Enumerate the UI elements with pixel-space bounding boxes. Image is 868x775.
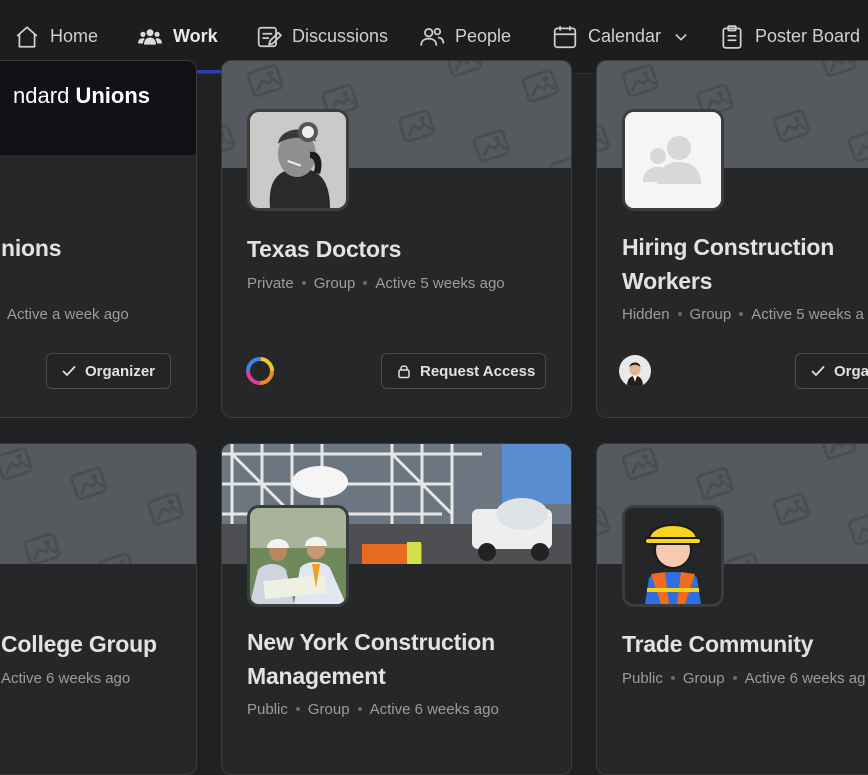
meta-type: Group bbox=[689, 306, 732, 323]
clipboard-icon bbox=[722, 24, 742, 49]
meta-privacy: Hidden bbox=[622, 306, 670, 323]
workers-photo-icon bbox=[250, 508, 346, 604]
home-icon bbox=[16, 25, 38, 48]
people-icon bbox=[420, 27, 445, 46]
card-title[interactable]: New York Construction Management bbox=[247, 625, 567, 693]
card-meta: Public Group Active 6 weeks ag bbox=[622, 670, 865, 687]
group-card-texas-doctors[interactable]: Texas Doctors Private Group Active 5 weeks… bbox=[221, 60, 572, 418]
group-card-ny-construction[interactable]: New York Construction Management Public G… bbox=[221, 443, 572, 775]
card-title[interactable]: Trade Community bbox=[622, 627, 813, 661]
card-banner: ndard Unions bbox=[0, 61, 196, 155]
construction-worker-icon bbox=[625, 508, 721, 604]
card-meta: Active 6 weeks ago bbox=[1, 670, 130, 687]
people-group-icon bbox=[138, 28, 162, 45]
card-title-line2: Workers bbox=[622, 268, 713, 294]
meta-separator bbox=[732, 675, 737, 680]
meta-separator bbox=[739, 311, 744, 316]
meta-type: Group bbox=[682, 670, 725, 687]
card-title[interactable]: nions bbox=[1, 231, 62, 265]
organizer-button[interactable]: Organizer bbox=[46, 353, 171, 389]
check-icon bbox=[62, 366, 76, 376]
nav-calendar-label: Calendar bbox=[588, 26, 662, 46]
lock-icon bbox=[398, 365, 410, 379]
meta-activity: Active a week ago bbox=[7, 306, 129, 323]
meta-activity: Active 5 weeks ago bbox=[375, 275, 505, 292]
group-card-college[interactable]: College Group Active 6 weeks ago bbox=[0, 443, 197, 775]
meta-activity: Active 6 weeks ago bbox=[369, 701, 499, 718]
nav-home-label: Home bbox=[50, 26, 99, 46]
group-avatar-doctor bbox=[247, 109, 349, 211]
card-meta: Private Group Active 5 weeks ago bbox=[247, 275, 505, 292]
person-avatar-icon bbox=[619, 355, 651, 387]
card-title[interactable]: Hiring Construction Workers bbox=[622, 230, 868, 298]
meta-activity: Active 6 weeks ag bbox=[744, 670, 866, 687]
group-placeholder-icon bbox=[625, 112, 721, 208]
meta-separator bbox=[295, 706, 300, 711]
nav-work-label: Work bbox=[173, 26, 218, 46]
card-meta: Public Group Active 6 weeks ago bbox=[247, 701, 499, 718]
meta-activity: Active 6 weeks ago bbox=[1, 670, 131, 687]
group-avatar-worker bbox=[622, 505, 724, 607]
group-avatar-placeholder bbox=[622, 109, 724, 211]
member-avatar-ring[interactable] bbox=[244, 355, 276, 387]
card-banner bbox=[0, 444, 196, 564]
request-access-button-label: Request Access bbox=[420, 362, 536, 380]
discussions-icon bbox=[257, 26, 282, 47]
card-title-line2: Management bbox=[247, 663, 386, 689]
meta-separator bbox=[363, 280, 368, 285]
member-avatar[interactable] bbox=[619, 355, 651, 387]
organizer-button-label: Orga bbox=[834, 362, 868, 380]
meta-privacy: Public bbox=[622, 670, 663, 687]
doctor-photo-icon bbox=[250, 112, 346, 208]
meta-separator bbox=[301, 280, 306, 285]
card-title[interactable]: Texas Doctors bbox=[247, 232, 401, 266]
group-card-unions[interactable]: ndard Unions nions Active a week ago Org… bbox=[0, 60, 197, 418]
card-title-line1: Hiring Construction bbox=[622, 234, 835, 260]
meta-privacy: Public bbox=[247, 701, 288, 718]
meta-separator bbox=[357, 706, 362, 711]
check-icon bbox=[811, 366, 825, 376]
image-placeholder-pattern bbox=[0, 444, 196, 564]
nav-discussions-label: Discussions bbox=[292, 26, 389, 46]
meta-type: Group bbox=[307, 701, 350, 718]
meta-type: Group bbox=[313, 275, 356, 292]
request-access-button[interactable]: Request Access bbox=[381, 353, 546, 389]
group-card-trade-community[interactable]: Trade Community Public Group Active 6 week… bbox=[596, 443, 868, 775]
ring-logo-icon bbox=[246, 357, 274, 385]
card-title[interactable]: College Group bbox=[1, 627, 157, 661]
card-meta: Active a week ago bbox=[7, 306, 129, 323]
calendar-icon bbox=[553, 25, 577, 48]
meta-separator bbox=[670, 675, 675, 680]
meta-separator bbox=[677, 311, 682, 316]
nav-poster-board-label: Poster Board bbox=[755, 26, 861, 46]
group-avatar-workers bbox=[247, 505, 349, 607]
chevron-down-icon[interactable] bbox=[673, 29, 689, 45]
card-title-line1: New York Construction bbox=[247, 629, 495, 655]
meta-privacy: Private bbox=[247, 275, 294, 292]
card-meta: Hidden Group Active 5 weeks a bbox=[622, 306, 864, 323]
organizer-button-label: Organizer bbox=[85, 362, 156, 380]
nav-people-label: People bbox=[455, 26, 512, 46]
organizer-button[interactable]: Orga bbox=[795, 353, 868, 389]
banner-text: ndard Unions bbox=[13, 83, 150, 108]
group-card-hiring-construction[interactable]: Hiring Construction Workers Hidden Group A… bbox=[596, 60, 868, 418]
meta-activity: Active 5 weeks a bbox=[751, 306, 864, 323]
